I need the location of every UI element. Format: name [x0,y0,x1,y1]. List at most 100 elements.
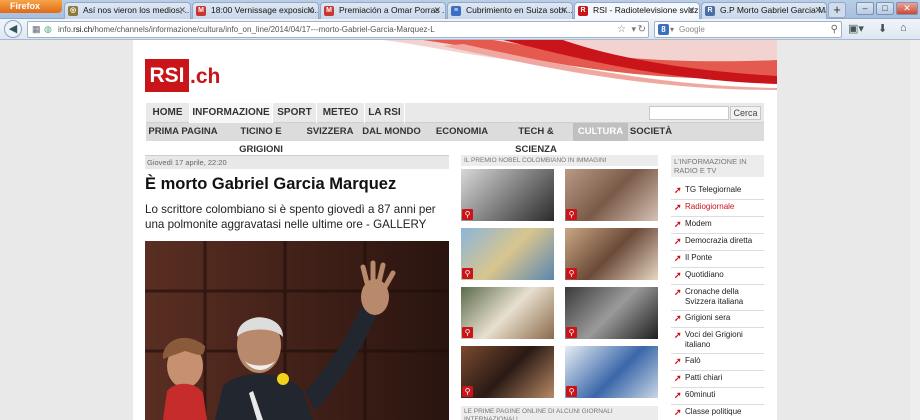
browser-tab[interactable]: ◎ Así nos vieron los medios, ... ✕ [64,2,191,19]
sidebar-link[interactable]: ➚ TG Telegiornale [671,185,764,200]
main-nav-item[interactable]: LA RSI [365,103,405,123]
sidebar-link[interactable]: ➚ Quotidiano [671,270,764,285]
sidebar-link[interactable]: ➚ Il Ponte [671,253,764,268]
photo-illustration [145,241,449,420]
firefox-menu-button[interactable]: Firefox [0,0,62,13]
sidebar-link[interactable]: ➚ Patti chiari [671,373,764,388]
rsi-logo[interactable]: RSI .ch [145,59,235,92]
close-tab-icon[interactable]: ✕ [687,3,695,18]
engine-dropdown-icon[interactable]: ▾ [670,22,674,37]
sidebar-link[interactable]: ➚ Radiogiornale [671,202,764,217]
zoom-icon[interactable]: ⚲ [462,268,473,279]
rsi-icon: R [705,6,715,16]
gallery-thumbnail[interactable]: ⚲ [565,169,658,221]
arrow-icon: ➚ [674,236,682,246]
article-title[interactable]: È morto Gabriel Garcia Marquez [145,175,396,194]
gallery-thumbnail[interactable]: ⚲ [461,228,554,280]
sidebar-link[interactable]: ➚ Democrazia diretta [671,236,764,251]
page-scrollbar[interactable] [910,40,920,420]
url-path: /home/channels/informazione/cultura/info… [92,25,435,34]
arrow-icon: ➚ [674,373,682,383]
sub-nav-item[interactable]: PRIMA PAGINA [146,123,220,141]
sub-nav-item[interactable]: SOCIETÀ [628,123,674,141]
star-bookmark-icon[interactable]: ☆ [617,22,626,37]
main-nav-item[interactable]: INFORMAZIONE [190,103,273,123]
browser-nav-bar: ◀ ▦ ◍ info.rsi.ch/home/channels/informaz… [0,19,920,40]
sub-nav-item[interactable]: ECONOMIA [425,123,499,141]
zoom-icon[interactable]: ⚲ [566,327,577,338]
close-tab-icon[interactable]: ✕ [560,3,568,18]
globe-icon: ◍ [44,24,52,34]
browser-tab[interactable]: M Premiación a Omar Porras ... ✕ [320,2,446,19]
download-icon[interactable]: ⬇ [878,22,887,35]
sub-nav-item[interactable]: TICINO E GRIGIONI [220,123,302,155]
close-tab-icon[interactable]: ✕ [178,3,186,18]
radio-tv-sidebar: L'INFORMAZIONE IN RADIO E TV ➚ TG Telegio… [671,155,764,420]
browser-tab[interactable]: ≡ Cubrimiento en Suiza sobr... ✕ [447,2,573,19]
reload-icon[interactable]: ↻ [638,22,646,37]
gallery-heading: IL PREMIO NOBEL COLOMBIANO IN IMMAGINI [461,155,658,166]
sidebar-link-label: Quotidiano [685,270,724,279]
gallery-thumbnail[interactable]: ⚲ [461,346,554,398]
sub-nav-item[interactable]: CULTURA [573,123,628,141]
sidebar-heading: L'INFORMAZIONE IN RADIO E TV [671,155,764,177]
tab-label: RSI - Radiotelevisione svizz... [593,5,700,15]
header-swoosh-decoration [383,40,777,90]
sidebar-link[interactable]: ➚ Voci dei Grigioni italiano [671,330,764,354]
minimize-icon[interactable]: – [856,2,874,15]
close-tab-icon[interactable]: ✕ [306,3,314,18]
zoom-icon[interactable]: ⚲ [462,209,473,220]
gallery-thumbnail[interactable]: ⚲ [565,228,658,280]
sidebar-link[interactable]: ➚ 60minuti [671,390,764,405]
web-search-input[interactable]: 8 ▾ Google ⚲ [654,21,842,38]
screenshot-icon[interactable]: ▣▾ [848,22,864,35]
search-button[interactable]: Cerca [730,106,761,120]
arrow-icon: ➚ [674,356,682,366]
close-window-icon[interactable]: ✕ [896,2,918,15]
sidebar-link[interactable]: ➚ Modem [671,219,764,234]
article-date: Giovedì 17 aprile, 22:20 [145,155,449,169]
browser-tab[interactable]: R RSI - Radiotelevisione svizz... ✕ [574,2,700,20]
sidebar-link[interactable]: ➚ Falò [671,356,764,371]
sub-nav-item[interactable]: TECH & SCIENZA [499,123,573,155]
arrow-icon: ➚ [674,330,682,340]
google-icon: 8 [658,24,669,35]
sub-nav-item[interactable]: DAL MONDO [358,123,425,141]
back-arrow-icon[interactable]: ◀ [4,20,22,38]
zoom-icon[interactable]: ⚲ [566,268,577,279]
home-icon[interactable]: ⌂ [900,22,907,34]
gallery-thumbnail[interactable]: ⚲ [565,346,658,398]
logo-box: RSI [145,59,189,92]
tab-label: 18:00 Vernissage exposició... [211,5,319,15]
tab-label: Premiación a Omar Porras ... [339,5,446,15]
dropdown-icon[interactable]: ▾ [631,22,636,37]
close-tab-icon[interactable]: ✕ [814,3,822,18]
gallery-thumbnail[interactable]: ⚲ [461,169,554,221]
browser-tab[interactable]: R G.P Morto Gabriel Garcia Marq...✕ [701,2,827,19]
maximize-icon[interactable]: □ [876,2,894,15]
search-icon[interactable]: ⚲ [831,22,838,37]
arrow-icon: ➚ [674,407,682,417]
sidebar-link-label: Patti chiari [685,373,723,382]
zoom-icon[interactable]: ⚲ [566,209,577,220]
main-nav-item[interactable]: HOME [146,103,190,123]
sidebar-link[interactable]: ➚ Cronache della Svizzera italiana [671,287,764,311]
url-bar[interactable]: ▦ ◍ info.rsi.ch/home/channels/informazio… [27,21,649,38]
sidebar-link[interactable]: ➚ Classe politique [671,407,764,420]
new-tab-button[interactable]: + [828,2,846,18]
main-nav-item[interactable]: METEO [317,103,365,123]
close-tab-icon[interactable]: ✕ [433,3,441,18]
zoom-icon[interactable]: ⚲ [566,386,577,397]
site-search-input[interactable] [649,106,729,120]
gallery-thumbnail[interactable]: ⚲ [461,287,554,339]
article-subtitle[interactable]: Lo scrittore colombiano si è spento giov… [145,202,449,232]
zoom-icon[interactable]: ⚲ [462,386,473,397]
sidebar-link[interactable]: ➚ Grigioni sera [671,313,764,328]
sidebar-link-label: Falò [685,356,701,365]
browser-tab[interactable]: M 18:00 Vernissage exposició... ✕ [192,2,319,19]
zoom-icon[interactable]: ⚲ [462,327,473,338]
article-photo[interactable] [145,241,449,420]
gallery-thumbnail[interactable]: ⚲ [565,287,658,339]
sub-nav-item[interactable]: SVIZZERA [302,123,358,141]
main-nav-item[interactable]: SPORT [273,103,317,123]
